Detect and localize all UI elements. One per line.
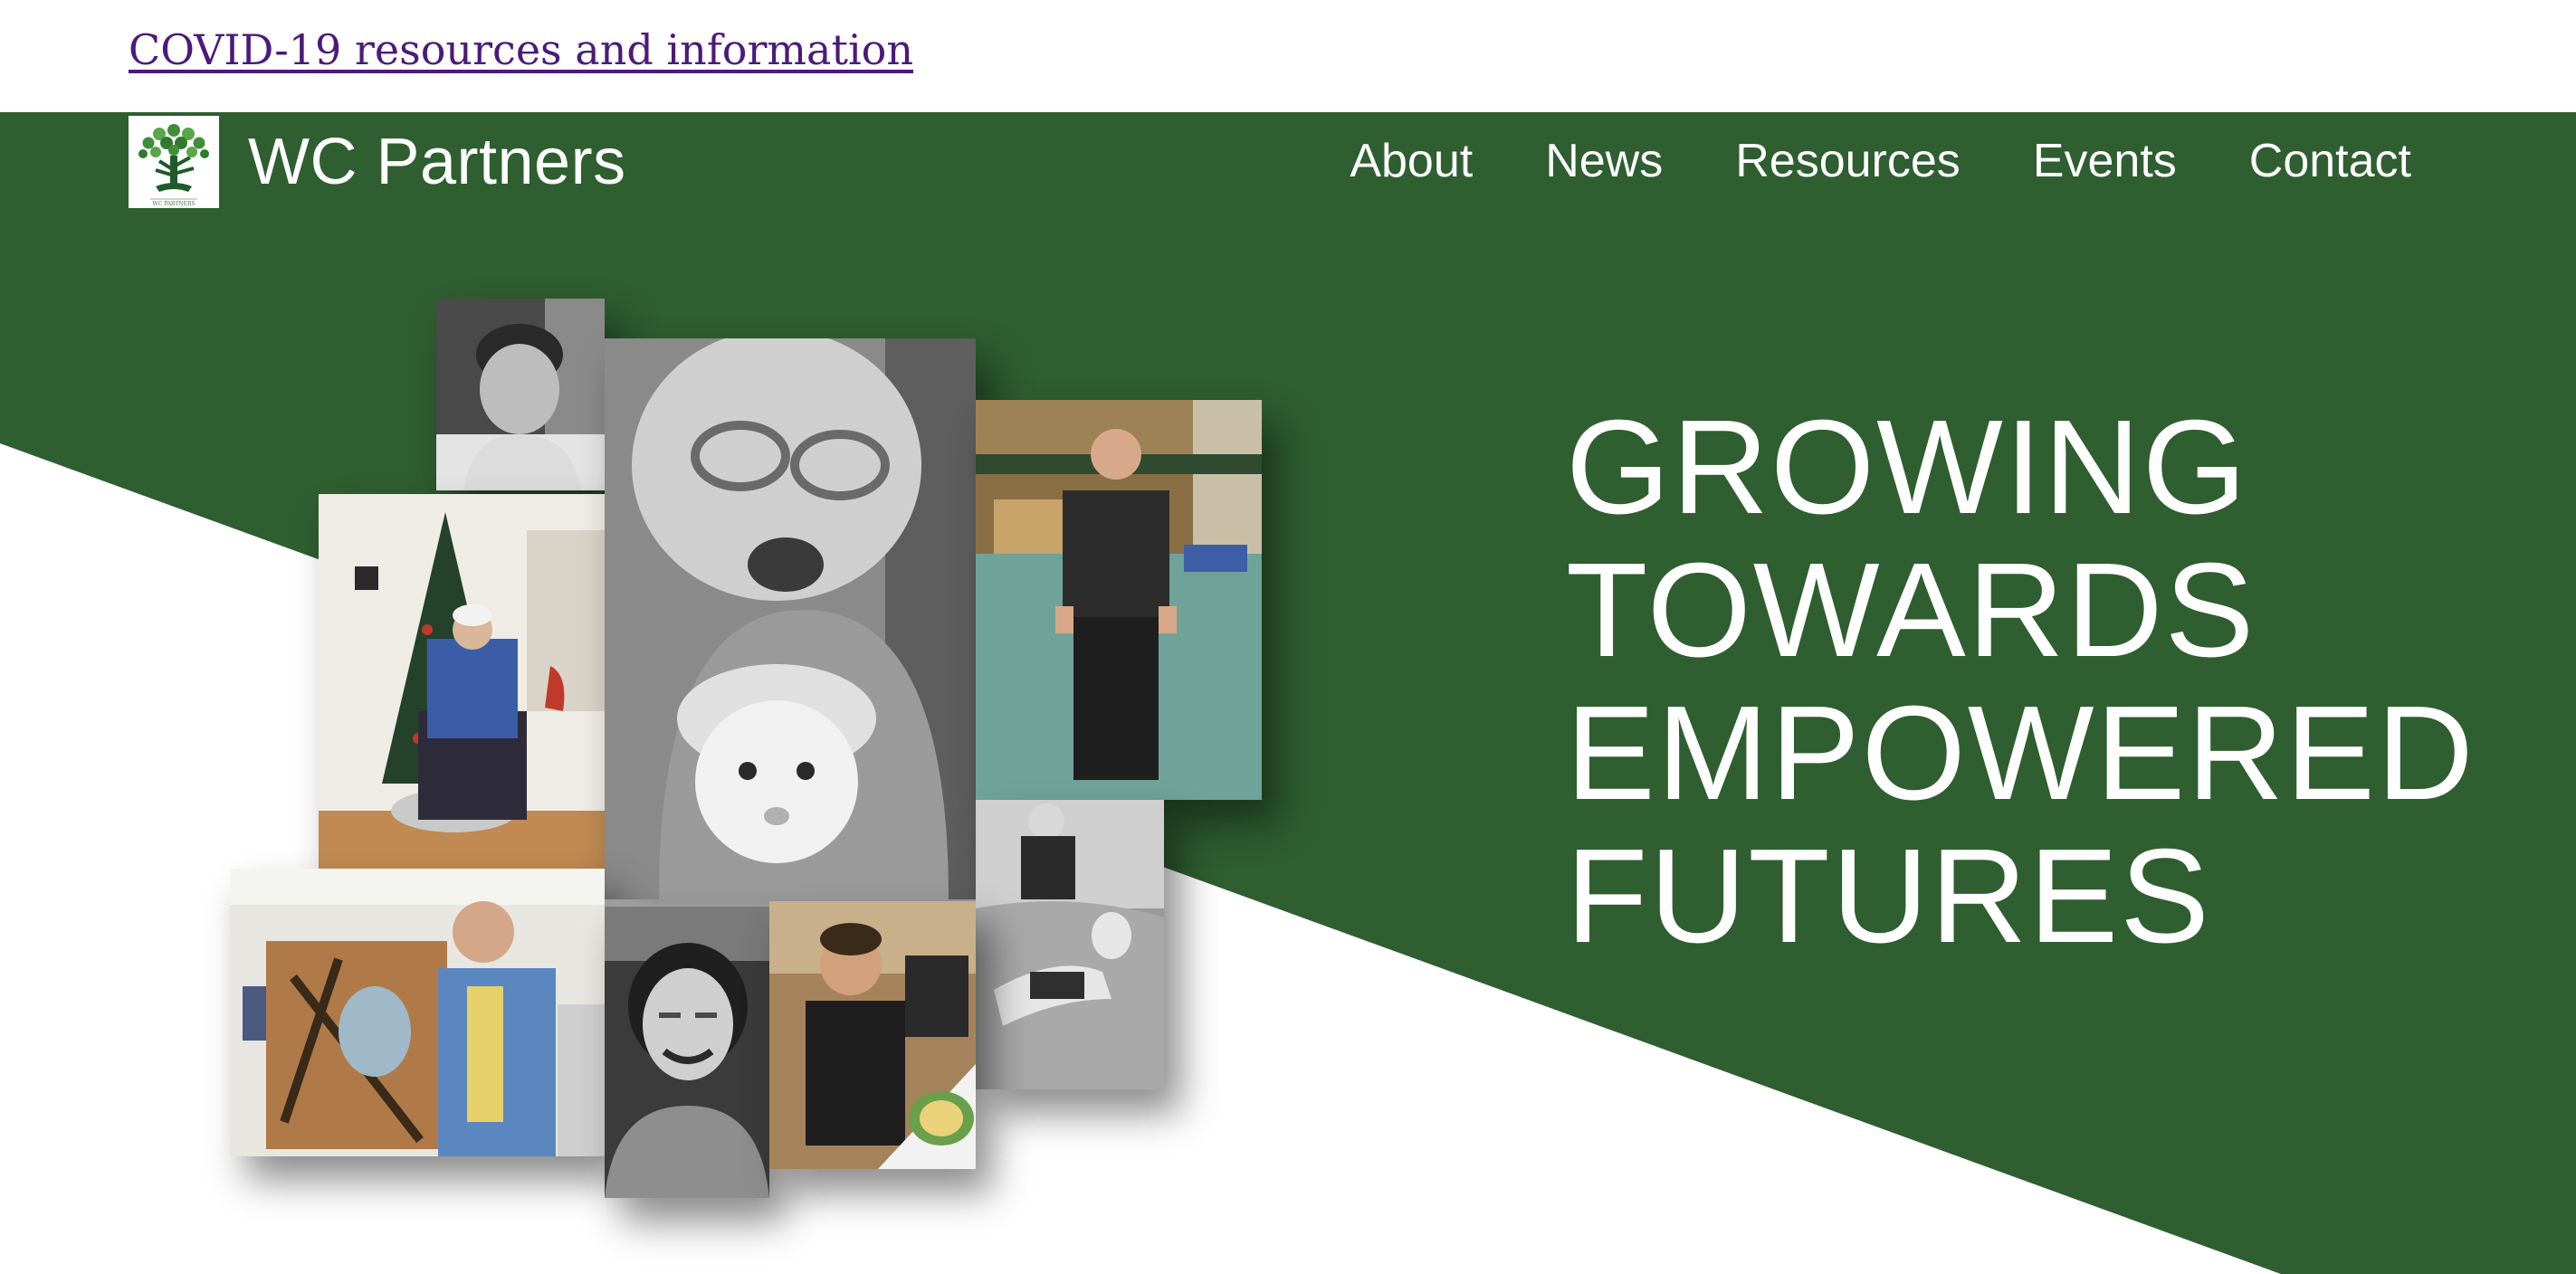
covid-resources-link[interactable]: COVID-19 resources and information (129, 25, 913, 74)
nav-contact[interactable]: Contact (2249, 134, 2411, 188)
nav-resources[interactable]: Resources (1735, 134, 1961, 188)
tree-logo-icon: WC PARTNERS (129, 116, 219, 208)
collage-photo-man-with-painting (230, 869, 605, 1156)
site-name[interactable]: WC Partners (248, 125, 626, 199)
collage-photo-boy-at-party (769, 901, 976, 1169)
collage-photo-smiling-woman (605, 907, 769, 1198)
tagline-line-1: GROWING (1566, 393, 2248, 542)
collage-photo-woman-portrait (436, 299, 605, 490)
nav-news[interactable]: News (1545, 134, 1663, 188)
tagline-line-4: FUTURES (1566, 822, 2211, 971)
nav-events[interactable]: Events (2033, 134, 2177, 188)
hero-tagline: GROWING TOWARDS EMPOWERED FUTURES (1566, 396, 2476, 968)
collage-photo-christmas-tree (319, 494, 605, 869)
main-navigation: About News Resources Events Contact (1350, 134, 2411, 188)
tagline-line-2: TOWARDS (1566, 536, 2256, 685)
collage-photo-man-in-gym (976, 400, 1262, 800)
tagline-line-3: EMPOWERED (1566, 679, 2476, 828)
covid-alert-bar: COVID-19 resources and information (0, 0, 2576, 112)
nav-about[interactable]: About (1350, 134, 1473, 188)
logo-wordmark: WC PARTNERS (152, 201, 195, 207)
site-logo[interactable]: WC PARTNERS (129, 116, 219, 208)
collage-photo-beach (976, 800, 1164, 1089)
collage-photo-child-with-doll (605, 338, 976, 899)
